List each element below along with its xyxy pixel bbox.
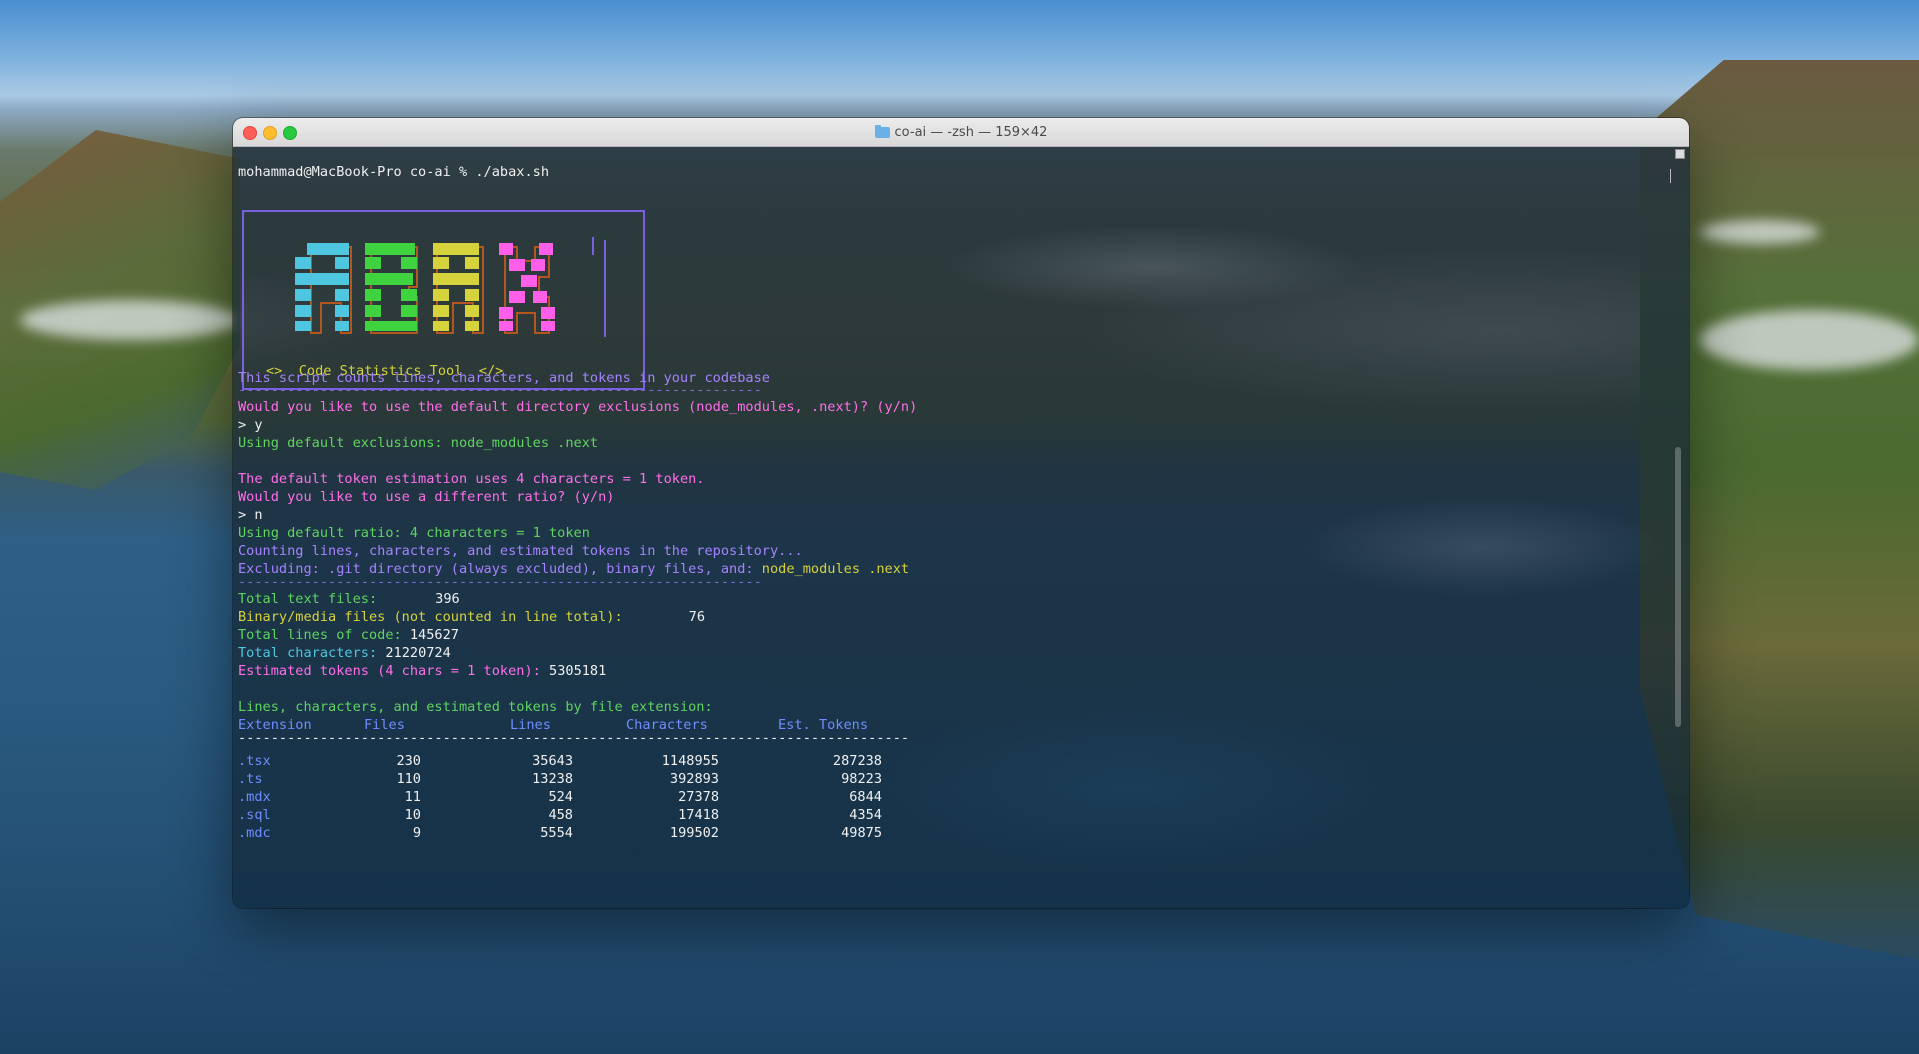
question-ratio: Would you like to use a different ratio?… xyxy=(238,489,615,505)
cell-ext: .sql xyxy=(238,807,271,823)
title-bar[interactable]: co-ai — -zsh — 159×42 xyxy=(233,118,1689,147)
banner-divider xyxy=(592,237,594,255)
window-title-wrap: co-ai — -zsh — 159×42 xyxy=(233,118,1689,146)
window-title: co-ai — -zsh — 159×42 xyxy=(894,124,1048,140)
cell-ext: .mdx xyxy=(238,789,271,805)
folder-icon xyxy=(874,124,890,138)
cell-ext: .tsx xyxy=(238,753,271,769)
stat-label: Total characters: xyxy=(238,645,378,661)
cell-chars: 27378 xyxy=(678,789,719,805)
wallpaper-cloud xyxy=(1700,310,1919,370)
cell-chars: 17418 xyxy=(678,807,719,823)
terminal-content[interactable]: mohammad@MacBook-Pro co-ai % ./abax.sh <… xyxy=(233,147,1689,908)
cell-lines: 13238 xyxy=(532,771,573,787)
table-title: Lines, characters, and estimated tokens … xyxy=(238,699,713,715)
using-ratio: Using default ratio: 4 characters = 1 to… xyxy=(238,525,590,541)
cell-tokens: 49875 xyxy=(841,825,882,841)
separator-line: ----------------------------------------… xyxy=(238,574,762,590)
cell-chars: 199502 xyxy=(669,825,719,841)
cell-files: 230 xyxy=(396,753,421,769)
cell-lines: 5554 xyxy=(540,825,573,841)
shell-prompt: mohammad@MacBook-Pro co-ai % ./abax.sh xyxy=(238,164,549,180)
table-row: .tsx 230 35643 1148955 287238 xyxy=(233,752,953,770)
cell-tokens: 287238 xyxy=(832,753,882,769)
answer-exclusions: > y xyxy=(238,417,263,433)
table-row: .mdx 11 524 27378 6844 xyxy=(233,788,953,806)
cell-chars: 392893 xyxy=(669,771,719,787)
stat-label: Estimated tokens (4 chars = 1 token): xyxy=(238,663,541,679)
abax-banner: <> Code Statistics Tool </> xyxy=(242,210,645,390)
using-exclusions: Using default exclusions: node_modules .… xyxy=(238,435,599,451)
text-cursor-mark xyxy=(1670,169,1671,183)
stat-value: 145627 xyxy=(409,627,459,643)
stat-label: Total text files: xyxy=(238,591,378,607)
cell-tokens: 4354 xyxy=(849,807,882,823)
table-row: .sql 10 458 17418 4354 xyxy=(233,806,953,824)
question-exclusions: Would you like to use the default direct… xyxy=(238,399,918,415)
cell-chars: 1148955 xyxy=(661,753,719,769)
stat-value: 5305181 xyxy=(549,663,607,679)
token-info: The default token estimation uses 4 char… xyxy=(238,471,705,487)
stat-label: Binary/media files (not counted in line … xyxy=(238,609,623,625)
separator-line: ----------------------------------------… xyxy=(238,382,762,398)
scrollbar-thumb[interactable] xyxy=(1675,447,1681,727)
terminal-window[interactable]: co-ai — -zsh — 159×42 mohammad@MacBook-P… xyxy=(233,118,1689,908)
wallpaper-cloud xyxy=(1700,220,1820,244)
banner-divider xyxy=(604,240,606,337)
cell-files: 9 xyxy=(412,825,421,841)
table-row: .mdc 9 5554 199502 49875 xyxy=(233,824,953,842)
stat-characters: Total characters: 21220724 xyxy=(238,644,451,662)
counting-text: Counting lines, characters, and estimate… xyxy=(238,543,803,559)
stat-tokens: Estimated tokens (4 chars = 1 token): 53… xyxy=(238,662,606,680)
cell-tokens: 98223 xyxy=(841,771,882,787)
cell-lines: 458 xyxy=(548,807,573,823)
stat-lines: Total lines of code: 145627 xyxy=(238,626,459,644)
cell-ext: .ts xyxy=(238,771,263,787)
cell-tokens: 6844 xyxy=(849,789,882,805)
cell-lines: 35643 xyxy=(532,753,573,769)
logo-letter-x xyxy=(499,243,555,331)
stat-value: 21220724 xyxy=(385,645,451,661)
stat-value: 396 xyxy=(435,591,460,607)
answer-ratio: > n xyxy=(238,507,263,523)
excluding-dirs: node_modules .next xyxy=(761,561,910,577)
split-pane-icon[interactable] xyxy=(1675,149,1685,159)
cell-files: 10 xyxy=(404,807,421,823)
stat-value: 76 xyxy=(688,609,706,625)
stat-label: Total lines of code: xyxy=(238,627,402,643)
cell-ext: .mdc xyxy=(238,825,271,841)
table-row: .ts 110 13238 392893 98223 xyxy=(233,770,953,788)
cell-files: 11 xyxy=(404,789,421,805)
abax-logo xyxy=(295,243,555,334)
stat-text-files: Total text files: 396 xyxy=(238,590,460,608)
cell-lines: 524 xyxy=(548,789,573,805)
table-separator: ----------------------------------------… xyxy=(238,730,910,746)
stat-binary-files: Binary/media files (not counted in line … xyxy=(238,608,705,626)
wallpaper-cloud xyxy=(20,300,240,340)
cell-files: 110 xyxy=(396,771,421,787)
